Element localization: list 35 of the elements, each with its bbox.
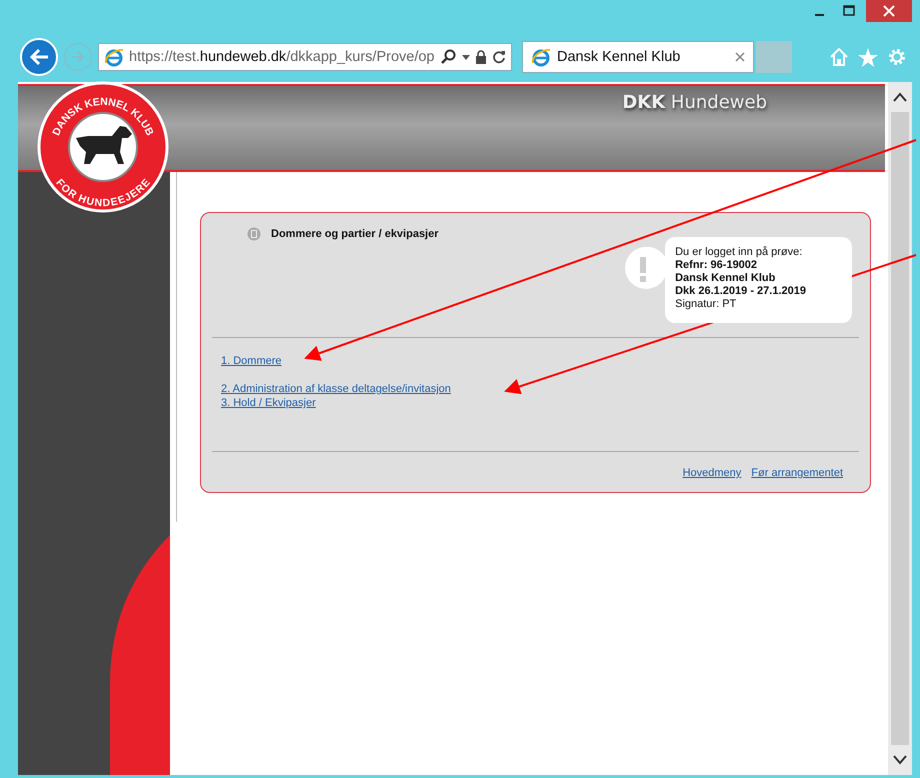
footer-link[interactable]: Hovedmeny	[682, 466, 742, 480]
caret-icon	[462, 54, 470, 60]
url-text: https://test.hundeweb.dk/dkkapp_kurs/Prove/op	[129, 49, 436, 65]
address-bar[interactable]: https://test.hundeweb.dk/dkkapp_kurs/Prove/op	[98, 43, 512, 71]
scroll-up-icon[interactable]	[893, 92, 907, 102]
scroll-down-icon[interactable]	[893, 755, 907, 765]
menu-link[interactable]: 1. Dommere	[221, 354, 282, 368]
info-line: Signatur: PT	[675, 298, 738, 311]
close-button[interactable]	[866, 0, 912, 22]
maximize-icon	[843, 5, 855, 17]
refresh-icon[interactable]	[492, 50, 506, 64]
menu-link[interactable]: 2. Administration af klasse deltagelse/invitasjon	[221, 382, 451, 396]
panel-title: Dommere og partier / ekvipasjer	[271, 228, 439, 240]
star-icon[interactable]	[858, 48, 878, 66]
info-line: Du er logget inn på prøve:	[675, 246, 804, 259]
lock-icon	[475, 50, 487, 64]
menu-link[interactable]: 3. Hold / Ekvipasjer	[221, 396, 316, 410]
info-line: Dkk 26.1.2019 - 27.1.2019	[675, 285, 806, 298]
arrow-left-icon	[28, 47, 50, 67]
search-icon	[441, 49, 457, 65]
site-title: DKK Hundeweb	[622, 92, 767, 115]
close-tab-icon[interactable]	[735, 52, 745, 62]
minimize-icon	[814, 14, 824, 16]
browser-logo-icon	[531, 47, 551, 67]
tab-title: Dansk Kennel Klub	[557, 49, 682, 65]
scrollbar[interactable]	[888, 82, 912, 775]
back-button[interactable]	[20, 38, 58, 76]
close-icon	[883, 5, 895, 17]
browser-logo-icon	[104, 47, 124, 67]
browser-tab[interactable]: Dansk Kennel Klub	[522, 41, 754, 73]
info-line: Refnr: 96-19002	[675, 259, 758, 272]
document-icon	[247, 227, 261, 241]
arrow-right-icon	[70, 50, 86, 64]
info-line: Dansk Kennel Klub	[675, 272, 776, 285]
footer-link[interactable]: Før arrangementet	[751, 466, 843, 480]
